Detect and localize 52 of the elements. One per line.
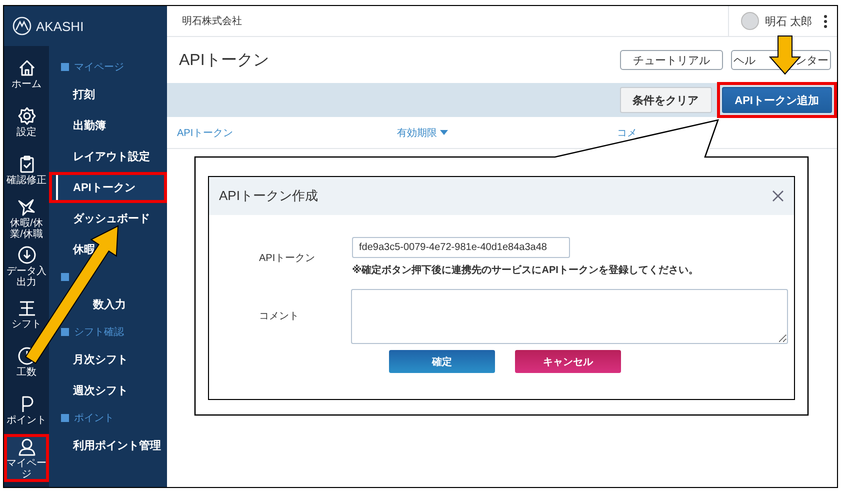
menu-item[interactable]: APIトークン — [49, 172, 167, 203]
section-heading: ポイント — [74, 412, 114, 425]
section-marker-icon — [61, 273, 69, 281]
rail-item[interactable]: マイページ — [4, 434, 49, 482]
tutorial-button[interactable]: チュートリアル — [620, 50, 723, 70]
section-heading: マイページ — [74, 61, 124, 74]
column-header[interactable]: 有効期限 — [397, 126, 617, 140]
menu-item[interactable]: 月次シフト — [49, 344, 167, 375]
page-title: APIトークン — [179, 50, 270, 70]
person-icon — [16, 436, 36, 456]
confirm-button[interactable]: 確定 — [389, 350, 495, 373]
rail-item[interactable]: 休暇/休業/休職 — [4, 194, 49, 242]
section-marker-icon — [61, 63, 69, 71]
close-icon[interactable] — [772, 190, 784, 202]
menu-item[interactable]: 出勤簿 — [49, 110, 167, 141]
rail-item[interactable]: 確認修正 — [4, 146, 49, 194]
section-heading: シフト確認 — [74, 326, 124, 339]
download-icon — [16, 244, 36, 264]
more-icon[interactable] — [824, 14, 827, 28]
menu-item[interactable]: 休暇 — [49, 234, 167, 265]
clear-filter-button[interactable]: 条件をクリア — [620, 87, 712, 113]
user-name[interactable]: 明石 太郎 — [764, 14, 812, 28]
section-marker-icon — [61, 328, 69, 336]
gear-icon — [16, 106, 36, 126]
menu-item[interactable]: 利用ポイント管理 — [49, 430, 167, 461]
sort-caret-icon — [440, 130, 448, 135]
token-field[interactable]: fde9a3c5-0079-4e72-981e-40d1e84a3a48 — [352, 237, 570, 258]
rail-item[interactable]: ホーム — [4, 50, 49, 98]
dialog-title: APIトークン作成 — [219, 187, 318, 205]
rail-item[interactable]: ポイント — [4, 386, 49, 434]
menu-item[interactable]: レイアウト設定 — [49, 141, 167, 172]
menu-item[interactable]: 数入力 — [49, 289, 167, 320]
logo-text: AKASHI — [36, 18, 84, 34]
home-icon — [16, 58, 36, 78]
hint-text: ※確定ボタン押下後に連携先のサービスにAPIトークンを登録してください。 — [352, 263, 700, 277]
column-header[interactable]: APIトークン — [177, 126, 397, 140]
logo-icon — [12, 16, 32, 36]
field-label: コメント — [258, 310, 300, 324]
add-token-button[interactable]: APIトークン追加 — [722, 87, 832, 113]
menu-item[interactable]: ダッシュボード — [49, 203, 167, 234]
rail-item[interactable]: データ入出力 — [4, 242, 49, 290]
rail-item[interactable]: シフト — [4, 290, 49, 338]
rail-item[interactable]: 設定 — [4, 98, 49, 146]
bird-icon — [16, 196, 36, 216]
company-name: 明石株式会社 — [181, 14, 243, 28]
menu-item[interactable]: 打刻 — [49, 79, 167, 110]
section-marker-icon — [61, 414, 69, 422]
menu-item[interactable]: 週次シフト — [49, 375, 167, 406]
column-header[interactable]: コメ — [617, 126, 837, 140]
field-label: APIトークン — [258, 252, 316, 266]
comment-field[interactable] — [351, 289, 788, 344]
cancel-button[interactable]: キャンセル — [515, 350, 621, 373]
